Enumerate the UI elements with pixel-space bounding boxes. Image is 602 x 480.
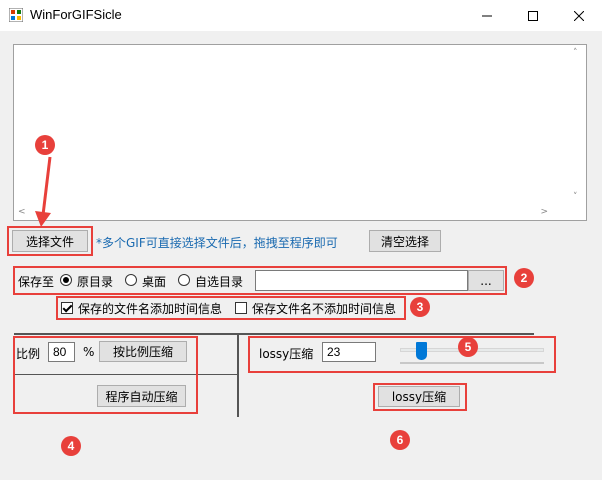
window-title: WinForGIFSicle [30,7,122,22]
annotation-box-4 [13,336,198,414]
close-icon [574,10,584,21]
title-bar: WinForGIFSicle [0,0,602,31]
vertical-scrollbar[interactable]: ˄ ˅ [569,45,586,204]
scroll-down-icon[interactable]: ˅ [573,192,578,202]
maximize-icon [528,10,538,21]
scroll-right-icon[interactable]: > [540,207,548,217]
annotation-badge-4: 4 [61,436,81,456]
annotation-badge-2: 2 [514,268,534,288]
annotation-box-2 [13,266,507,295]
clear-selection-button[interactable]: 清空选择 [369,230,441,252]
annotation-badge-5: 5 [458,337,478,357]
annotation-box-1 [7,226,93,256]
annotation-badge-1: 1 [35,135,55,155]
annotation-arrow-icon [35,156,52,227]
annotation-box-5 [248,336,556,373]
minimize-button[interactable] [464,0,510,31]
app-grid-icon [9,8,23,22]
scroll-up-icon[interactable]: ˄ [573,48,578,58]
annotation-badge-3: 3 [410,297,430,317]
file-list[interactable]: ˄ ˅ < > [13,44,587,221]
vertical-divider [237,335,239,417]
scroll-left-icon[interactable]: < [18,207,26,217]
minimize-icon [482,15,492,16]
horizontal-divider [14,333,534,335]
annotation-box-3 [56,296,406,320]
close-button[interactable] [556,0,602,31]
drag-hint: *多个GIF可直接选择文件后，拖拽至程序即可 [96,236,338,250]
annotation-box-6 [373,383,467,411]
horizontal-scrollbar[interactable]: < > [14,204,570,220]
maximize-button[interactable] [510,0,556,31]
annotation-badge-6: 6 [390,430,410,450]
